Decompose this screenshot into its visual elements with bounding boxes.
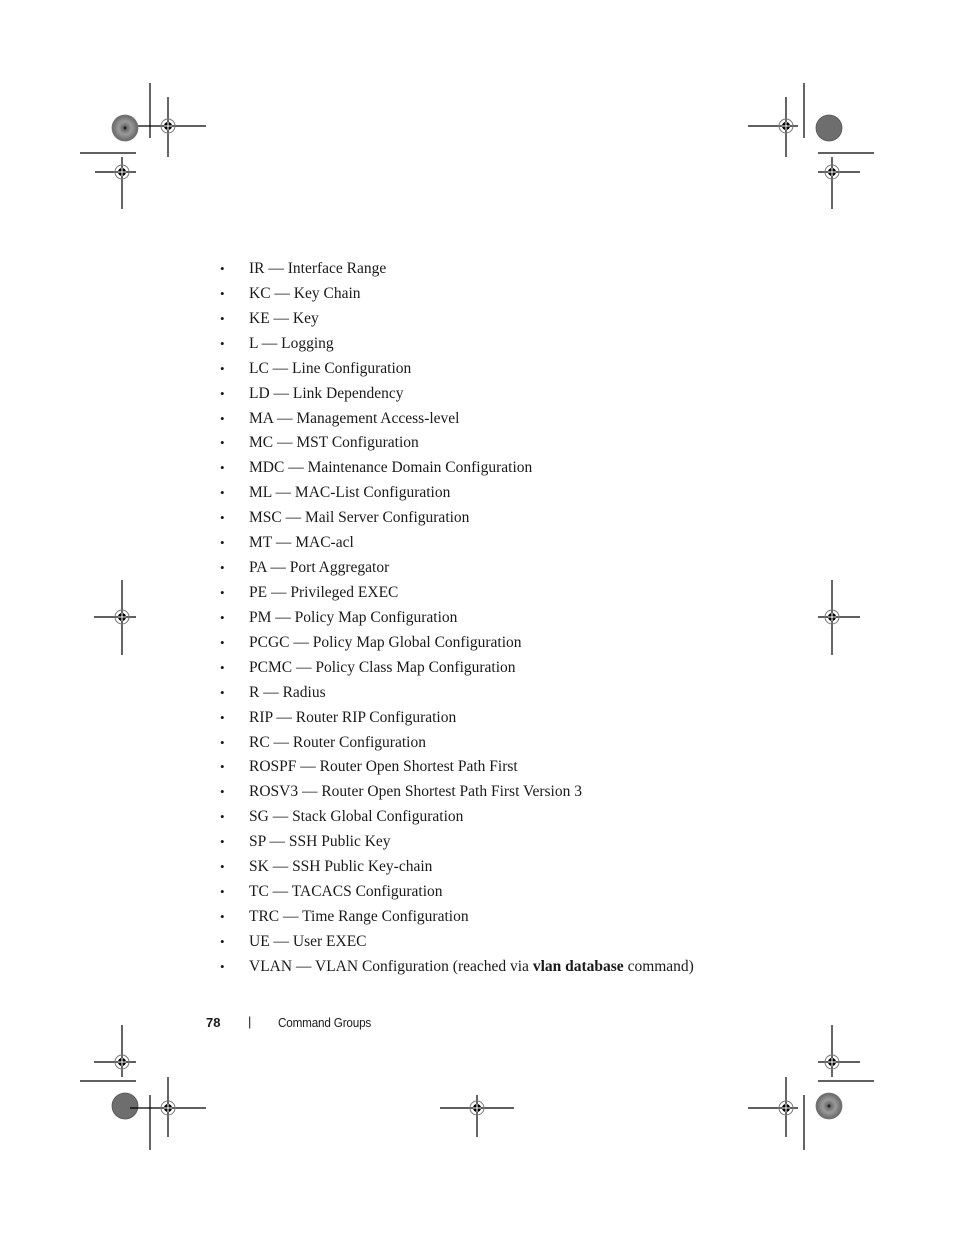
list-item-text: KC — Key Chain xyxy=(249,284,361,302)
vlan-text-suffix: command) xyxy=(623,957,694,975)
list-item-text: MSC — Mail Server Configuration xyxy=(249,509,470,527)
bullet: • xyxy=(220,684,225,700)
registration-mark-icon xyxy=(818,152,874,209)
list-item-text: ROSV3 — Router Open Shortest Path First … xyxy=(249,783,582,801)
color-wheel-icon xyxy=(815,114,843,142)
vlan-text-prefix: VLAN — VLAN Configuration (reached via xyxy=(249,957,533,975)
bullet: • xyxy=(220,310,225,326)
registration-mark-icon xyxy=(748,1077,805,1150)
list-item-text: PCGC — Policy Map Global Configuration xyxy=(249,633,522,651)
bullet: • xyxy=(220,584,225,600)
bullet: • xyxy=(220,535,225,551)
bullet: • xyxy=(220,884,225,900)
vlan-command-name: vlan database xyxy=(532,957,624,975)
registration-mark-icon xyxy=(130,83,206,157)
list-item-text: KE — Key xyxy=(249,309,319,327)
list-item-text: SP — SSH Public Key xyxy=(249,833,391,851)
bullet: • xyxy=(220,385,225,401)
registration-mark-icon xyxy=(748,83,805,157)
bullet: • xyxy=(220,485,225,501)
list-item-text: VLAN — VLAN Configuration (reached via v… xyxy=(249,954,694,979)
color-wheel-icon xyxy=(815,1092,843,1120)
list-item-text: PM — Policy Map Configuration xyxy=(249,608,458,626)
bullet: • xyxy=(220,908,225,924)
list-item-text: MC — MST Configuration xyxy=(249,434,419,452)
bullet: • xyxy=(220,634,225,650)
list-item-text: TC — TACACS Configuration xyxy=(249,883,443,901)
printer-marks xyxy=(80,83,874,1150)
registration-mark-icon xyxy=(818,1025,874,1082)
color-wheel-icon xyxy=(111,114,139,142)
bullet: • xyxy=(220,609,225,625)
bullet: • xyxy=(220,460,225,476)
list-item-text: LD — Link Dependency xyxy=(249,384,404,402)
bullet: • xyxy=(220,734,225,750)
section-title: Command Groups xyxy=(278,1015,372,1030)
registration-mark-icon xyxy=(94,580,136,655)
bullet: • xyxy=(220,709,225,725)
list-item-text: TRC — Time Range Configuration xyxy=(249,907,469,925)
bullet: • xyxy=(220,809,225,825)
registration-mark-icon xyxy=(80,152,136,209)
list-item-text: PE — Privileged EXEC xyxy=(249,583,399,601)
bullet: • xyxy=(220,958,225,974)
bullet: • xyxy=(220,784,225,800)
list-item-text: UE — User EXEC xyxy=(249,932,367,950)
bullet: • xyxy=(220,859,225,875)
list-item-text: RC — Router Configuration xyxy=(249,733,426,751)
list-item-text: MT — MAC-acl xyxy=(249,534,354,552)
footer-separator: | xyxy=(248,1014,252,1029)
registration-mark-icon xyxy=(80,1025,136,1082)
list-item-text: ML — MAC-List Configuration xyxy=(249,484,451,502)
list-item-text: PA — Port Aggregator xyxy=(249,559,390,577)
bullet: • xyxy=(220,659,225,675)
registration-mark-icon xyxy=(130,1077,206,1150)
list-item-text: MA — Management Access-level xyxy=(249,409,460,427)
bullet: • xyxy=(220,435,225,451)
registration-mark-icon xyxy=(440,1095,514,1137)
bullet: • xyxy=(220,560,225,576)
bullet: • xyxy=(220,285,225,301)
list-item-text: R — Radius xyxy=(249,683,326,701)
list-item-text: LC — Line Configuration xyxy=(249,359,412,377)
list-item-text: MDC — Maintenance Domain Configuration xyxy=(249,459,533,477)
list-item-text: SK — SSH Public Key-chain xyxy=(249,858,433,876)
list-item-text: SG — Stack Global Configuration xyxy=(249,808,464,826)
list-item-text: L — Logging xyxy=(249,334,334,352)
list-item-text: PCMC — Policy Class Map Configuration xyxy=(249,658,516,676)
bullet: • xyxy=(220,759,225,775)
bullet: • xyxy=(220,335,225,351)
page-number: 78 xyxy=(206,1015,221,1030)
list-item-text: RIP — Router RIP Configuration xyxy=(249,708,457,726)
registration-mark-icon xyxy=(818,580,860,655)
bullet: • xyxy=(220,261,225,276)
color-wheel-icon xyxy=(111,1092,139,1120)
list-item-text: ROSPF — Router Open Shortest Path First xyxy=(249,758,518,776)
bullet: • xyxy=(220,834,225,850)
bullet: • xyxy=(220,360,225,376)
bullet: • xyxy=(220,510,225,526)
list-item-text: IR — Interface Range xyxy=(249,260,387,277)
bullet: • xyxy=(220,933,225,949)
bullet: • xyxy=(220,410,225,426)
